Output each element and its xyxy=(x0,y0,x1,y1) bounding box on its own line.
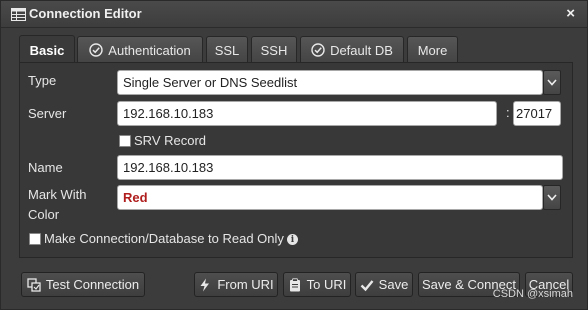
from-uri-label: From URI xyxy=(217,277,274,292)
title-bar: Connection Editor × xyxy=(1,1,587,28)
watermark: CSDN @xsimah xyxy=(492,288,573,300)
port-separator: : xyxy=(506,105,510,120)
server-port-input[interactable]: 27017 xyxy=(513,101,561,126)
mark-color-select[interactable]: Red xyxy=(117,185,543,210)
info-icon[interactable]: i xyxy=(287,234,298,245)
server-label: Server xyxy=(28,106,67,121)
type-dropdown-button[interactable] xyxy=(543,70,561,95)
tab-more-label: More xyxy=(417,42,448,58)
clipboard-icon xyxy=(289,277,300,291)
server-host-input[interactable]: 192.168.10.183 xyxy=(117,101,497,126)
connection-table-icon xyxy=(11,8,26,21)
lightning-icon xyxy=(200,278,210,291)
test-connection-button[interactable]: Test Connection xyxy=(21,272,145,297)
connection-editor-window: Connection Editor × Basic Authentication… xyxy=(0,0,588,310)
tab-ssh-label: SSH xyxy=(260,42,288,58)
chevron-down-icon xyxy=(547,194,557,201)
mark-color-label-line1: Mark With xyxy=(28,187,87,202)
mark-color-label-line2: Color xyxy=(28,207,60,222)
close-button[interactable]: × xyxy=(566,5,575,22)
tab-default-db-label: Default DB xyxy=(330,42,393,58)
read-only-label: Make Connection/Database to Read Only xyxy=(44,231,284,246)
save-label: Save xyxy=(378,277,409,292)
tab-ssl-label: SSL xyxy=(214,42,240,58)
srv-record-label: SRV Record xyxy=(134,133,207,148)
tab-authentication[interactable]: Authentication xyxy=(77,36,203,63)
check-circle-icon xyxy=(89,43,103,57)
tab-basic[interactable]: Basic xyxy=(19,35,75,64)
test-connection-label: Test Connection xyxy=(45,277,140,292)
save-button[interactable]: Save xyxy=(355,272,413,297)
tab-basic-label: Basic xyxy=(29,42,65,58)
read-only-checkbox[interactable] xyxy=(29,233,41,245)
type-label: Type xyxy=(28,73,57,88)
tab-ssh[interactable]: SSH xyxy=(251,36,297,63)
chevron-down-icon xyxy=(547,79,557,86)
window-title: Connection Editor xyxy=(29,6,142,21)
type-select[interactable]: Single Server or DNS Seedlist xyxy=(117,70,543,95)
name-input[interactable]: 192.168.10.183 xyxy=(117,155,563,180)
tab-authentication-label: Authentication xyxy=(108,42,191,58)
check-circle-icon xyxy=(311,43,325,57)
mark-color-dropdown-button[interactable] xyxy=(543,185,561,210)
srv-record-checkbox[interactable] xyxy=(119,135,131,147)
to-uri-button[interactable]: To URI xyxy=(283,272,351,297)
tab-more[interactable]: More xyxy=(407,36,458,63)
to-uri-label: To URI xyxy=(306,277,347,292)
test-connection-icon xyxy=(27,277,41,292)
name-label: Name xyxy=(28,160,63,175)
checkmark-icon xyxy=(360,279,374,291)
from-uri-button[interactable]: From URI xyxy=(194,272,278,297)
tab-default-db[interactable]: Default DB xyxy=(300,36,404,63)
tab-ssl[interactable]: SSL xyxy=(206,36,248,63)
